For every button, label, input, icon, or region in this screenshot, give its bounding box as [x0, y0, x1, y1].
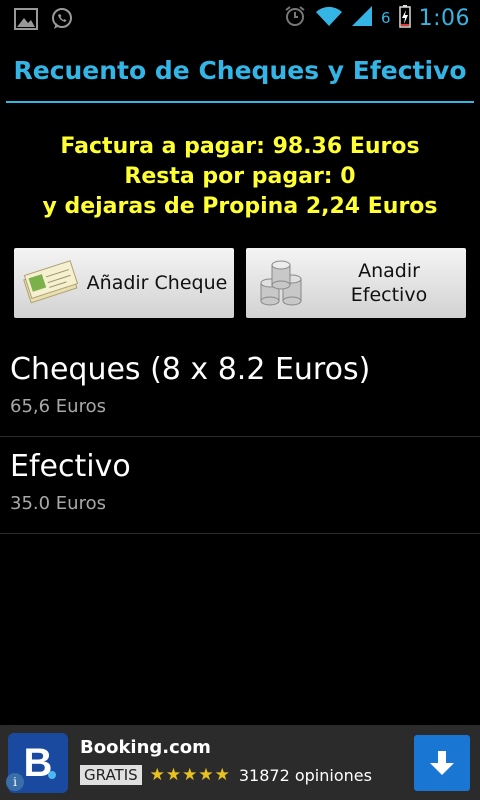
- ad-app-name: Booking.com: [80, 737, 211, 758]
- info-icon[interactable]: i: [6, 773, 24, 791]
- coins-icon: [252, 253, 312, 313]
- signal-icon: [351, 5, 373, 31]
- ad-price-badge: GRATIS: [80, 765, 142, 785]
- wifi-icon: [315, 5, 343, 31]
- title-divider: [6, 101, 474, 103]
- status-time: 1:06: [418, 5, 470, 31]
- add-cash-button[interactable]: Anadir Efectivo: [246, 248, 466, 318]
- page-title: Recuento de Cheques y Efectivo: [13, 56, 467, 85]
- add-cheque-button[interactable]: Añadir Cheque: [14, 248, 234, 318]
- download-button[interactable]: [414, 735, 470, 791]
- booking-logo-letter: B: [23, 740, 53, 785]
- add-cash-label: Anadir Efectivo: [312, 259, 466, 307]
- add-cash-label-line2: Efectivo: [350, 284, 428, 306]
- summary-block: Factura a pagar: 98.36 Euros Resta por p…: [0, 132, 480, 222]
- star-rating-icon: ★★★★★: [149, 765, 231, 785]
- whatsapp-icon: [50, 7, 74, 35]
- alarm-icon: [283, 4, 307, 32]
- battery-level: 6: [381, 9, 391, 27]
- status-bar: 6 1:06: [0, 0, 480, 38]
- battery-charging-icon: [398, 4, 411, 32]
- add-cash-label-line1: Anadir: [358, 260, 420, 282]
- ad-banner[interactable]: B i Booking.com GRATIS ★★★★★ 31872 opini…: [0, 725, 480, 800]
- ad-details: GRATIS ★★★★★ 31872 opiniones: [80, 765, 372, 785]
- image-icon: [14, 8, 38, 34]
- list-item-cheques[interactable]: Cheques (8 x 8.2 Euros) 65,6 Euros: [0, 340, 480, 437]
- download-arrow-icon: [430, 751, 454, 775]
- list-item-title: Efectivo: [10, 449, 131, 484]
- list-item-title: Cheques (8 x 8.2 Euros): [10, 352, 371, 387]
- cheque-icon: [20, 253, 80, 313]
- remaining-text: Resta por pagar: 0: [124, 164, 356, 189]
- add-cheque-label: Añadir Cheque: [86, 272, 228, 294]
- list-item-subtitle: 65,6 Euros: [10, 396, 106, 417]
- bill-total-text: Factura a pagar: 98.36 Euros: [60, 134, 420, 159]
- totals-list: Cheques (8 x 8.2 Euros) 65,6 Euros Efect…: [0, 340, 480, 534]
- ad-review-count: 31872 opiniones: [238, 765, 372, 785]
- list-item-efectivo[interactable]: Efectivo 35.0 Euros: [0, 437, 480, 534]
- tip-text: y dejaras de Propina 2,24 Euros: [42, 194, 438, 219]
- list-item-subtitle: 35.0 Euros: [10, 493, 106, 514]
